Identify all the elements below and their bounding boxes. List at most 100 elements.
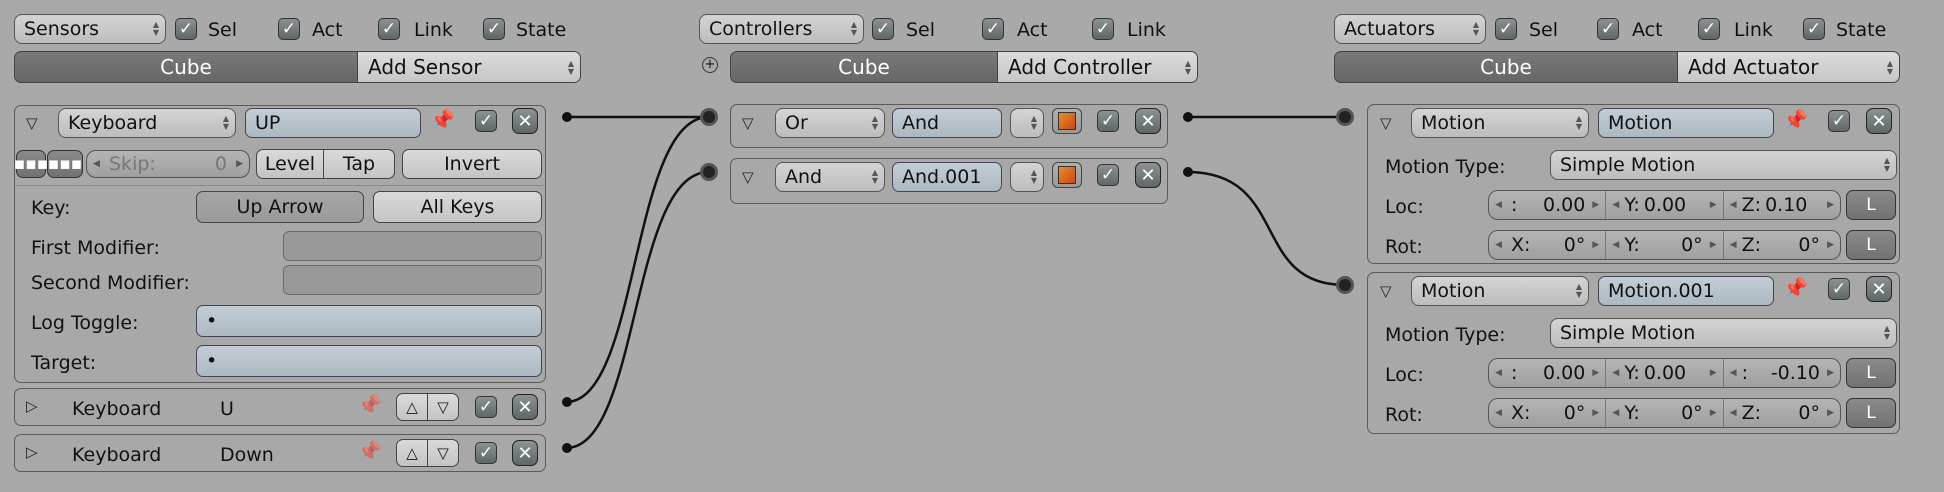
controller2-active-checkbox[interactable]: ✓ [1097,164,1119,186]
actuator2-remove-button[interactable]: ✕ [1866,276,1892,302]
actuator1-remove-button[interactable]: ✕ [1866,108,1892,134]
invert-button[interactable]: Invert [402,149,542,179]
actuator1-rot-local-button[interactable]: L [1846,230,1896,260]
sensor2-move-up-button[interactable]: △ [396,393,428,421]
actuator2-loc-field[interactable]: ◀:0.00 ▶ ◀ Y: 0.00 ▶ ◀: -0.10 ▶ [1488,358,1841,388]
actuator2-rot-local-button[interactable]: L [1846,398,1896,428]
sensor3-active-checkbox[interactable]: ✓ [475,442,497,464]
collapse-triangle-icon[interactable]: ▽ [742,114,754,132]
actuator1-name-field[interactable]: Motion [1598,108,1774,138]
controllers-link-checkbox[interactable]: ✓ [1092,18,1114,40]
controller1-remove-button[interactable]: ✕ [1135,108,1161,134]
actuator1-rot-field[interactable]: ◀ X: 0° ▶ ◀ Y: 0° ▶ ◀ Z: 0° ▶ [1488,230,1841,260]
controllers-sel-checkbox[interactable]: ✓ [872,18,894,40]
actuator1-active-checkbox[interactable]: ✓ [1828,110,1850,132]
sensors-act-label: Act [312,19,343,41]
actuator1-loc-local-button[interactable]: L [1846,190,1896,220]
controller1-active-checkbox[interactable]: ✓ [1097,110,1119,132]
actuators-type-dropdown[interactable]: Actuators ▲ ▼ [1334,14,1486,44]
pin-icon[interactable]: 📌 [357,393,382,417]
actuator2-type-dropdown[interactable]: Motion ▲ ▼ [1411,276,1589,306]
actuator1-loc-field[interactable]: ◀:0.00 ▶ ◀ Y: 0.00 ▶ ◀ Z: 0.10 ▶ [1488,190,1841,220]
log-toggle-label: Log Toggle: [31,312,139,334]
sensor1-active-checkbox[interactable]: ✓ [475,110,497,132]
controller1-state-dropdown[interactable]: ▲ ▼ [1010,108,1044,138]
sensor1-remove-button[interactable]: ✕ [512,108,538,134]
controller1-type-dropdown[interactable]: Or ▲ ▼ [775,108,885,138]
controller2-remove-button[interactable]: ✕ [1135,162,1161,188]
controller2-input-socket[interactable] [700,163,718,181]
sensor3-remove-button[interactable]: ✕ [512,440,538,466]
level-button[interactable]: Level [256,149,324,179]
controller2-type-dropdown[interactable]: And ▲ ▼ [775,162,885,192]
actuator2-motion-type-dropdown[interactable]: Simple Motion ▲ ▼ [1550,318,1897,348]
expand-triangle-icon[interactable]: ▷ [26,443,38,461]
controller2-bookmark-icon[interactable] [1052,162,1082,188]
controller1-input-socket[interactable] [700,108,718,126]
controller2-output-socket[interactable] [1183,167,1193,177]
controller2-state-dropdown[interactable]: ▲ ▼ [1010,162,1044,192]
collapse-triangle-icon[interactable]: ▽ [1380,114,1392,132]
skip-field[interactable]: ◀ Skip: 0 ▶ [86,150,250,178]
sensor2-move-down-button[interactable]: ▽ [427,393,459,421]
actuator2-loc-local-button[interactable]: L [1846,358,1896,388]
sensor2-remove-button[interactable]: ✕ [512,394,538,420]
actuators-object-tab[interactable]: Cube [1334,51,1678,83]
pin-icon[interactable]: 📌 [1783,108,1808,132]
sensors-type-dropdown[interactable]: Sensors ▲ ▼ [14,14,166,44]
controller1-name-field[interactable]: And [892,108,1002,138]
pin-icon[interactable]: 📌 [1783,276,1808,300]
collapse-triangle-icon[interactable]: ▽ [1380,282,1392,300]
collapse-triangle-icon[interactable]: ▽ [742,168,754,186]
add-actuator-dropdown[interactable]: Add Actuator ▲ ▼ [1678,51,1900,83]
actuators-link-checkbox[interactable]: ✓ [1698,18,1720,40]
controllers-type-dropdown[interactable]: Controllers ▲ ▼ [699,14,864,44]
sensors-link-checkbox[interactable]: ✓ [378,18,400,40]
target-field[interactable]: • [196,345,542,377]
controllers-act-checkbox[interactable]: ✓ [982,18,1004,40]
actuator2-name-field[interactable]: Motion.001 [1598,276,1774,306]
sensors-state-checkbox[interactable]: ✓ [483,18,505,40]
log-toggle-field[interactable]: • [196,305,542,337]
sensor1-output-socket[interactable] [562,112,572,122]
tap-button[interactable]: Tap [323,149,395,179]
sensors-object-tab[interactable]: Cube [14,51,358,83]
dropdown-arrows-icon: ▲ ▼ [871,114,878,131]
first-modifier-field[interactable] [283,231,542,261]
sensor2-active-checkbox[interactable]: ✓ [475,396,497,418]
expand-triangle-icon[interactable]: ▷ [26,397,38,415]
sensor3-output-socket[interactable] [562,443,572,453]
add-state-plus-icon[interactable]: + [702,57,718,73]
sensors-act-checkbox[interactable]: ✓ [278,18,300,40]
controller1-bookmark-icon[interactable] [1052,108,1082,134]
sensors-sel-checkbox[interactable]: ✓ [175,18,197,40]
sensor1-name-field[interactable]: UP [245,108,421,138]
sensor1-type-dropdown[interactable]: Keyboard ▲ ▼ [58,108,236,138]
add-controller-dropdown[interactable]: Add Controller ▲ ▼ [998,51,1198,83]
actuator2-input-socket[interactable] [1336,276,1354,294]
actuator1-input-socket[interactable] [1336,108,1354,126]
actuator1-type-dropdown[interactable]: Motion ▲ ▼ [1411,108,1589,138]
pulse-false-button[interactable]: ▪▪▪ [47,150,83,178]
add-sensor-dropdown[interactable]: Add Sensor ▲ ▼ [358,51,581,83]
actuators-sel-checkbox[interactable]: ✓ [1495,18,1517,40]
sensor3-move-up-button[interactable]: △ [396,439,428,467]
all-keys-button[interactable]: All Keys [373,191,542,223]
controller1-output-socket[interactable] [1183,112,1193,122]
controllers-object-tab[interactable]: Cube [730,51,998,83]
second-modifier-label: Second Modifier: [31,272,190,294]
actuators-act-checkbox[interactable]: ✓ [1597,18,1619,40]
sensor3-move-down-button[interactable]: ▽ [427,439,459,467]
actuators-state-checkbox[interactable]: ✓ [1803,18,1825,40]
actuator2-active-checkbox[interactable]: ✓ [1828,278,1850,300]
key-value-button[interactable]: Up Arrow [196,191,364,223]
actuator1-motion-type-dropdown[interactable]: Simple Motion ▲ ▼ [1550,150,1897,180]
second-modifier-field[interactable] [283,265,542,295]
controller2-name-field[interactable]: And.001 [892,162,1002,192]
actuator2-rot-field[interactable]: ◀ X: 0° ▶ ◀ Y: 0° ▶ ◀ Z: 0° ▶ [1488,398,1841,428]
sensor2-output-socket[interactable] [562,397,572,407]
pulse-true-button[interactable]: ▪▪▪ [14,150,48,178]
pin-icon[interactable]: 📌 [430,108,455,132]
pin-icon[interactable]: 📌 [357,439,382,463]
collapse-triangle-icon[interactable]: ▽ [26,114,38,132]
